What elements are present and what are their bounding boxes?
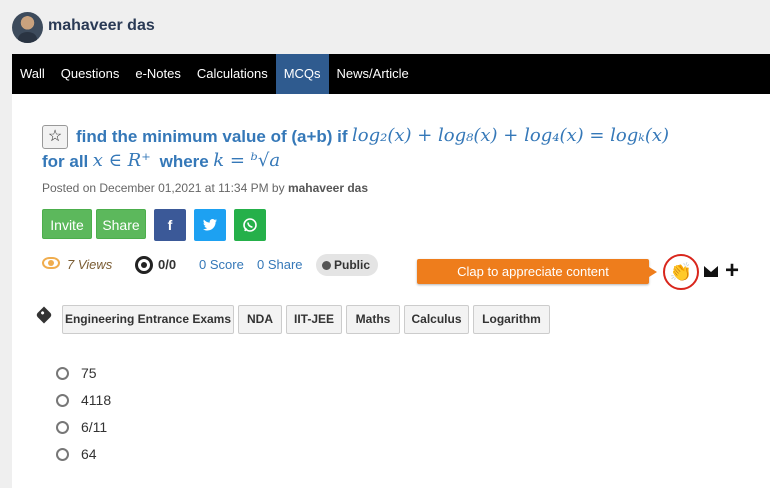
globe-icon (322, 261, 331, 270)
whatsapp-icon[interactable] (234, 209, 266, 241)
option-label: 4118 (81, 392, 112, 408)
nav-item-news-article[interactable]: News/Article (329, 54, 417, 94)
share-button[interactable]: Share (96, 209, 146, 239)
avatar[interactable] (12, 12, 43, 43)
main-nav: Wall Questions e-Notes Calculations MCQs… (12, 54, 770, 94)
tag-nda[interactable]: NDA (238, 305, 282, 334)
radio-button[interactable] (56, 394, 69, 407)
stats-row: 7 Views 0/0 0 Score 0 Share Public (42, 254, 472, 278)
plus-icon[interactable]: + (725, 257, 739, 285)
view-count: 7 Views (67, 257, 113, 272)
tag-engineering-entrance-exams[interactable]: Engineering Entrance Exams (62, 305, 234, 334)
option-label: 6/11 (81, 419, 108, 435)
visibility-badge[interactable]: Public (316, 254, 379, 276)
nav-item-enotes[interactable]: e-Notes (127, 54, 189, 94)
clap-icon[interactable]: 👏 (663, 254, 699, 290)
option-item[interactable]: 64 (56, 445, 256, 465)
question-title-row: ☆ find the minimum value of (a+b) if log₂… (42, 124, 742, 174)
radio-button[interactable] (56, 421, 69, 434)
answer-ratio: 0/0 (158, 257, 177, 272)
for-all-text: for all (42, 151, 89, 171)
eye-icon (42, 257, 60, 269)
mail-icon[interactable] (704, 266, 718, 277)
score-count[interactable]: 0 Score (199, 257, 244, 272)
clap-tooltip: Clap to appreciate content (417, 259, 657, 284)
radio-button[interactable] (56, 367, 69, 380)
twitter-icon[interactable] (194, 209, 226, 241)
posted-info: Posted on December 01,2021 at 11:34 PM b… (42, 181, 368, 195)
target-icon (135, 256, 153, 274)
invite-button[interactable]: Invite (42, 209, 92, 239)
username[interactable]: mahaveer das (48, 17, 155, 35)
visibility-label: Public (334, 258, 371, 272)
option-label: 75 (81, 365, 97, 381)
nav-item-mcqs[interactable]: MCQs (275, 54, 329, 94)
facebook-icon[interactable]: f (154, 209, 186, 241)
radio-button[interactable] (56, 448, 69, 461)
option-item[interactable]: 75 (56, 364, 256, 384)
share-count[interactable]: 0 Share (257, 257, 303, 272)
posted-date: Posted on December 01,2021 at 11:34 PM b… (42, 181, 285, 195)
where-math: k = ᵇ√a (213, 150, 281, 171)
option-label: 64 (81, 446, 97, 462)
question-title: find the minimum value of (a+b) if (76, 126, 348, 146)
question-card: ☆ find the minimum value of (a+b) if log₂… (12, 94, 770, 488)
star-icon[interactable]: ☆ (42, 124, 68, 149)
top-bar: mahaveer das (0, 0, 770, 54)
tag-calculus[interactable]: Calculus (404, 305, 469, 334)
nav-item-wall[interactable]: Wall (12, 54, 53, 94)
option-item[interactable]: 4118 (56, 391, 256, 411)
tag-iit-jee[interactable]: IIT-JEE (286, 305, 342, 334)
tag-maths[interactable]: Maths (346, 305, 400, 334)
option-item[interactable]: 6/11 (56, 418, 256, 438)
tag-icon (35, 306, 53, 324)
where-text: where (159, 151, 209, 171)
question-equation: log₂(x) + log₈(x) + log₄(x) = logₖ(x) (352, 125, 670, 146)
nav-item-questions[interactable]: Questions (53, 54, 128, 94)
nav-item-calculations[interactable]: Calculations (189, 54, 276, 94)
tag-logarithm[interactable]: Logarithm (473, 305, 550, 334)
posted-author[interactable]: mahaveer das (288, 181, 368, 195)
for-all-math: x ∈ R⁺ (92, 150, 151, 171)
